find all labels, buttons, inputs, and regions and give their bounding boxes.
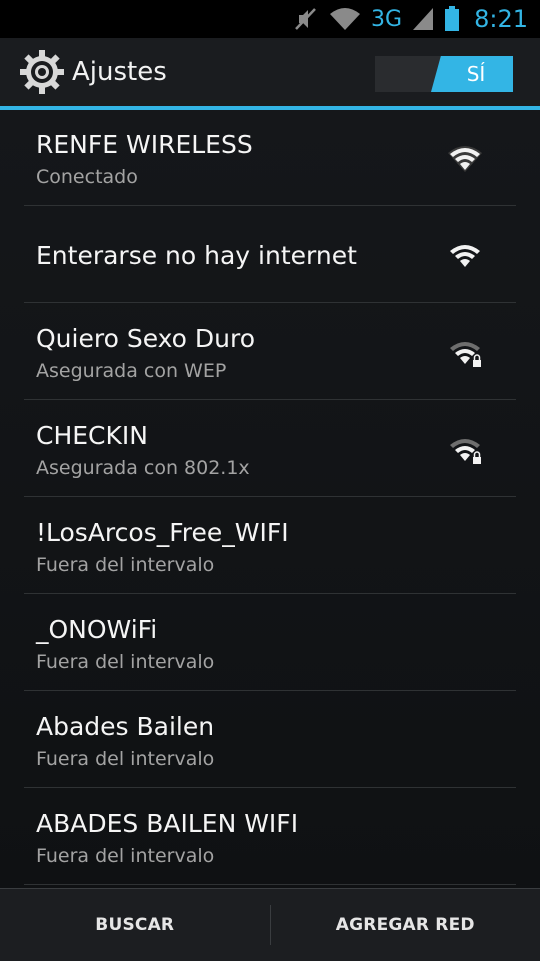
- network-status: Asegurada con 802.1x: [36, 457, 250, 479]
- wifi-toggle[interactable]: SÍ: [375, 56, 513, 92]
- wifi-signal-icon: [446, 142, 484, 176]
- network-name: Quiero Sexo Duro: [36, 324, 255, 353]
- network-item[interactable]: RENFE WIRELESS Conectado: [24, 110, 516, 206]
- network-name: ABADES BAILEN WIFI: [36, 809, 298, 838]
- add-network-button[interactable]: AGREGAR RED: [271, 889, 540, 961]
- network-name: CHECKIN: [36, 421, 148, 450]
- network-type-label: 3G: [371, 7, 402, 32]
- network-item[interactable]: !LosArcos_Free_WIFI Fuera del intervalo: [24, 498, 516, 594]
- network-item[interactable]: Abades Bailen Fuera del intervalo: [24, 692, 516, 788]
- settings-gear-icon[interactable]: [18, 48, 66, 96]
- scan-button[interactable]: BUSCAR: [0, 889, 270, 961]
- network-item[interactable]: Quiero Sexo Duro Asegurada con WEP: [24, 304, 516, 400]
- network-name: Enterarse no hay internet: [36, 241, 357, 270]
- wifi-signal-icon: [446, 239, 484, 273]
- action-bar: Ajustes SÍ: [0, 38, 540, 106]
- network-item[interactable]: ABADES BAILEN WIFI Fuera del intervalo: [24, 789, 516, 885]
- wifi-locked-icon: [446, 336, 484, 370]
- signal-icon: [412, 7, 434, 31]
- network-list: RENFE WIRELESS Conectado Enterarse no ha…: [0, 110, 540, 888]
- bottom-action-bar: BUSCAR AGREGAR RED: [0, 888, 540, 961]
- network-name: _ONOWiFi: [36, 615, 157, 644]
- network-status: Fuera del intervalo: [36, 554, 214, 576]
- network-name: !LosArcos_Free_WIFI: [36, 518, 289, 547]
- network-name: RENFE WIRELESS: [36, 130, 253, 159]
- sound-muted-icon: [293, 6, 319, 32]
- battery-icon: [444, 6, 460, 32]
- network-status: Fuera del intervalo: [36, 651, 214, 673]
- clock: 8:21: [474, 5, 528, 33]
- network-status: Fuera del intervalo: [36, 748, 214, 770]
- toggle-on-label: SÍ: [431, 56, 513, 92]
- network-status: Asegurada con WEP: [36, 360, 226, 382]
- network-status: Conectado: [36, 166, 138, 188]
- network-item[interactable]: _ONOWiFi Fuera del intervalo: [24, 595, 516, 691]
- network-status: Fuera del intervalo: [36, 845, 214, 867]
- network-item[interactable]: CHECKIN Asegurada con 802.1x: [24, 401, 516, 497]
- network-name: Abades Bailen: [36, 712, 214, 741]
- status-bar: 3G 8:21: [0, 0, 540, 38]
- network-item[interactable]: Enterarse no hay internet: [24, 207, 516, 303]
- wifi-icon: [329, 6, 361, 32]
- wifi-locked-icon: [446, 433, 484, 467]
- page-title: Ajustes: [72, 57, 167, 87]
